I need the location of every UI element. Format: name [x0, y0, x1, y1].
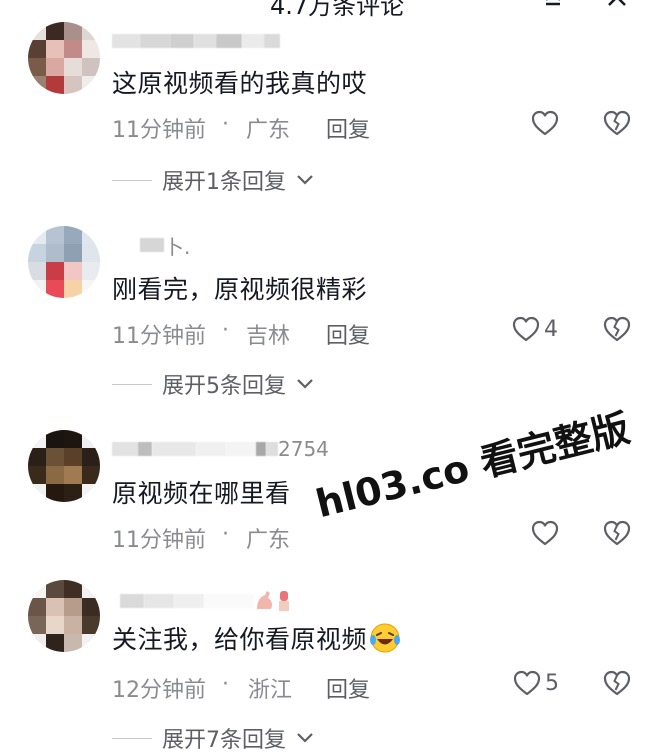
- heart-outline-icon: [512, 316, 540, 342]
- broken-heart-icon: [603, 110, 631, 136]
- expand-replies[interactable]: 展开7条回复: [112, 722, 314, 754]
- avatar[interactable]: [28, 580, 100, 652]
- avatar[interactable]: [28, 430, 100, 502]
- like-button[interactable]: [531, 110, 563, 136]
- heart-outline-icon: [513, 670, 541, 696]
- meta-separator: ·: [222, 672, 229, 697]
- reply-button[interactable]: 回复: [326, 672, 370, 704]
- comment-text: 关注我，给你看原视频: [112, 625, 368, 654]
- comment-item-1: 这原视频看的我真的哎 11分钟前 · 广东 回复 展开1条回复: [0, 22, 660, 202]
- username-visible: 卜.: [164, 234, 191, 259]
- broken-heart-icon: [603, 670, 631, 696]
- divider: [112, 383, 152, 385]
- broken-heart-icon: [603, 520, 631, 546]
- comment-time: 11分钟前: [112, 324, 206, 349]
- expand-replies-label: 展开7条回复: [162, 728, 286, 753]
- flexed-arm-emoji-icon: [257, 591, 272, 609]
- comment-count-title: 4.7万条评论: [270, 0, 405, 20]
- dislike-button[interactable]: [603, 670, 631, 700]
- dislike-button[interactable]: [603, 316, 631, 346]
- comment-region: 广东: [246, 118, 291, 143]
- like-button[interactable]: [531, 520, 563, 546]
- chevron-down-icon: [297, 379, 313, 389]
- username[interactable]: 卜.: [140, 235, 190, 259]
- broken-heart-icon: [603, 316, 631, 342]
- comment-time: 11分钟前: [112, 528, 206, 553]
- expand-replies-label: 展开5条回复: [162, 374, 286, 399]
- meta-separator: ·: [222, 112, 229, 137]
- username[interactable]: 2754: [112, 437, 329, 461]
- comment-time: 11分钟前: [112, 118, 206, 143]
- heart-outline-icon: [531, 110, 559, 136]
- comment-time: 12分钟前: [112, 678, 206, 703]
- comment-text-row: 关注我，给你看原视频: [112, 620, 401, 656]
- dislike-button[interactable]: [603, 520, 631, 550]
- like-button[interactable]: 4: [512, 316, 558, 342]
- comment-region: 广东: [246, 528, 291, 553]
- comment-item-4: 关注我，给你看原视频 12分钟前 · 浙江 回复 5 展开7条回复: [0, 580, 660, 753]
- divider: [112, 179, 152, 181]
- chevron-down-icon: [297, 733, 313, 743]
- laughing-tears-emoji-icon: [370, 623, 401, 653]
- username[interactable]: [120, 591, 292, 611]
- comment-text: 这原视频看的我真的哎: [112, 69, 368, 98]
- avatar[interactable]: [28, 226, 100, 298]
- caret-icon[interactable]: [542, 0, 564, 12]
- comment-item-2: 卜. 刚看完，原视频很精彩 11分钟前 · 吉林 回复 4 展开5条回复: [0, 226, 660, 406]
- reply-button[interactable]: 回复: [326, 318, 370, 350]
- comment-text: 刚看完，原视频很精彩: [112, 275, 368, 304]
- close-icon[interactable]: [606, 0, 628, 12]
- like-count: 5: [545, 670, 559, 696]
- expand-replies-label: 展开1条回复: [162, 170, 286, 195]
- like-count: 4: [544, 316, 558, 342]
- chevron-down-icon: [297, 175, 313, 185]
- username-visible: 2754: [278, 437, 329, 461]
- comment-region: 浙江: [248, 678, 293, 703]
- expand-replies[interactable]: 展开5条回复: [112, 368, 314, 400]
- expand-replies[interactable]: 展开1条回复: [112, 164, 314, 196]
- heart-outline-icon: [531, 520, 559, 546]
- like-button[interactable]: 5: [513, 670, 559, 696]
- comment-text: 原视频在哪里看: [112, 479, 291, 508]
- lipstick-emoji-icon: [279, 591, 289, 611]
- reply-button[interactable]: 回复: [326, 112, 370, 144]
- avatar[interactable]: [28, 22, 100, 94]
- username[interactable]: [112, 32, 280, 50]
- meta-separator: ·: [222, 522, 229, 547]
- meta-separator: ·: [222, 318, 229, 343]
- comment-region: 吉林: [246, 324, 291, 349]
- divider: [112, 737, 152, 739]
- dislike-button[interactable]: [603, 110, 631, 140]
